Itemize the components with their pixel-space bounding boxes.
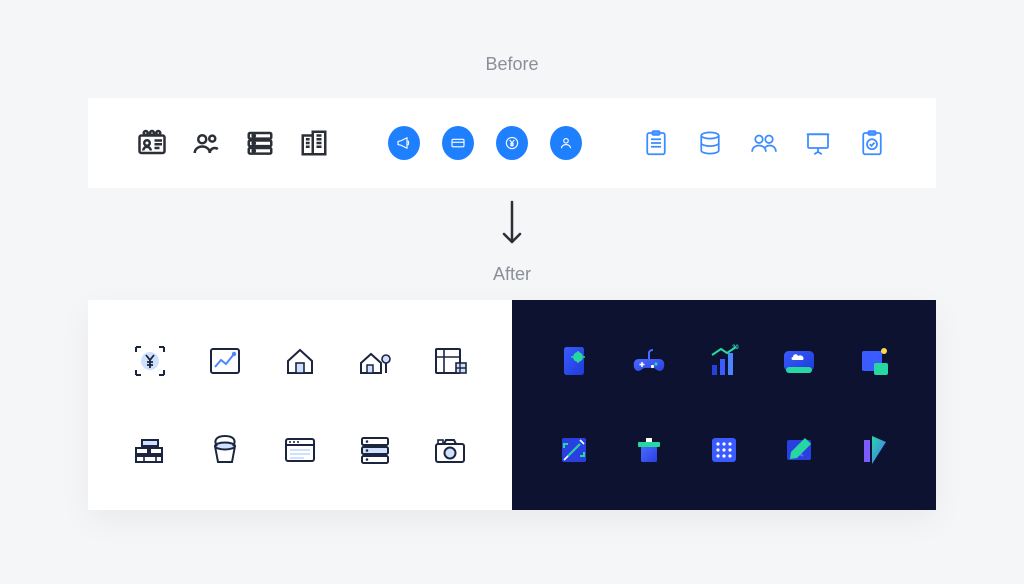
cloud-drive-icon [779,341,819,381]
card-icon [442,127,474,159]
game-controller-icon [629,341,669,381]
before-label: Before [0,54,1024,75]
blueprint-icon [430,341,470,381]
user-shield-icon [550,127,582,159]
after-dark-panel: 30 [512,300,936,510]
yen-coin-icon [496,127,528,159]
after-panels: 30 [88,300,936,510]
device-gear-icon [554,341,594,381]
arrow-down-icon [499,200,525,255]
server-rows-icon [355,430,395,470]
database-icon [694,127,726,159]
grid-dots-icon [704,430,744,470]
trend-chart-icon [205,341,245,381]
before-icon-card [88,98,936,188]
after-light-panel [88,300,512,510]
before-group-solid [388,127,582,159]
resize-frame-icon [554,430,594,470]
people-icon [748,127,780,159]
users-icon [190,127,222,159]
before-group-dark [136,127,330,159]
building-icon [298,127,330,159]
pencil-note-icon [779,430,819,470]
yen-target-icon [130,341,170,381]
layers-angle-icon [854,430,894,470]
clipboard-check-icon [856,127,888,159]
before-group-thin [640,127,888,159]
after-label: After [0,264,1024,285]
svg-text:30: 30 [732,345,739,351]
server-list-icon [244,127,276,159]
house-tree-icon [355,341,395,381]
id-card-icon [136,127,168,159]
megaphone-icon [388,127,420,159]
comparison-figure: Before [0,0,1024,584]
presentation-icon [802,127,834,159]
home-icon [280,341,320,381]
bucket-icon [205,430,245,470]
tile-dot-icon [854,341,894,381]
camera-icon [430,430,470,470]
bar-growth-icon: 30 [704,341,744,381]
bricks-icon [130,430,170,470]
window-app-icon [280,430,320,470]
clipboard-icon [640,127,672,159]
podium-icon [629,430,669,470]
